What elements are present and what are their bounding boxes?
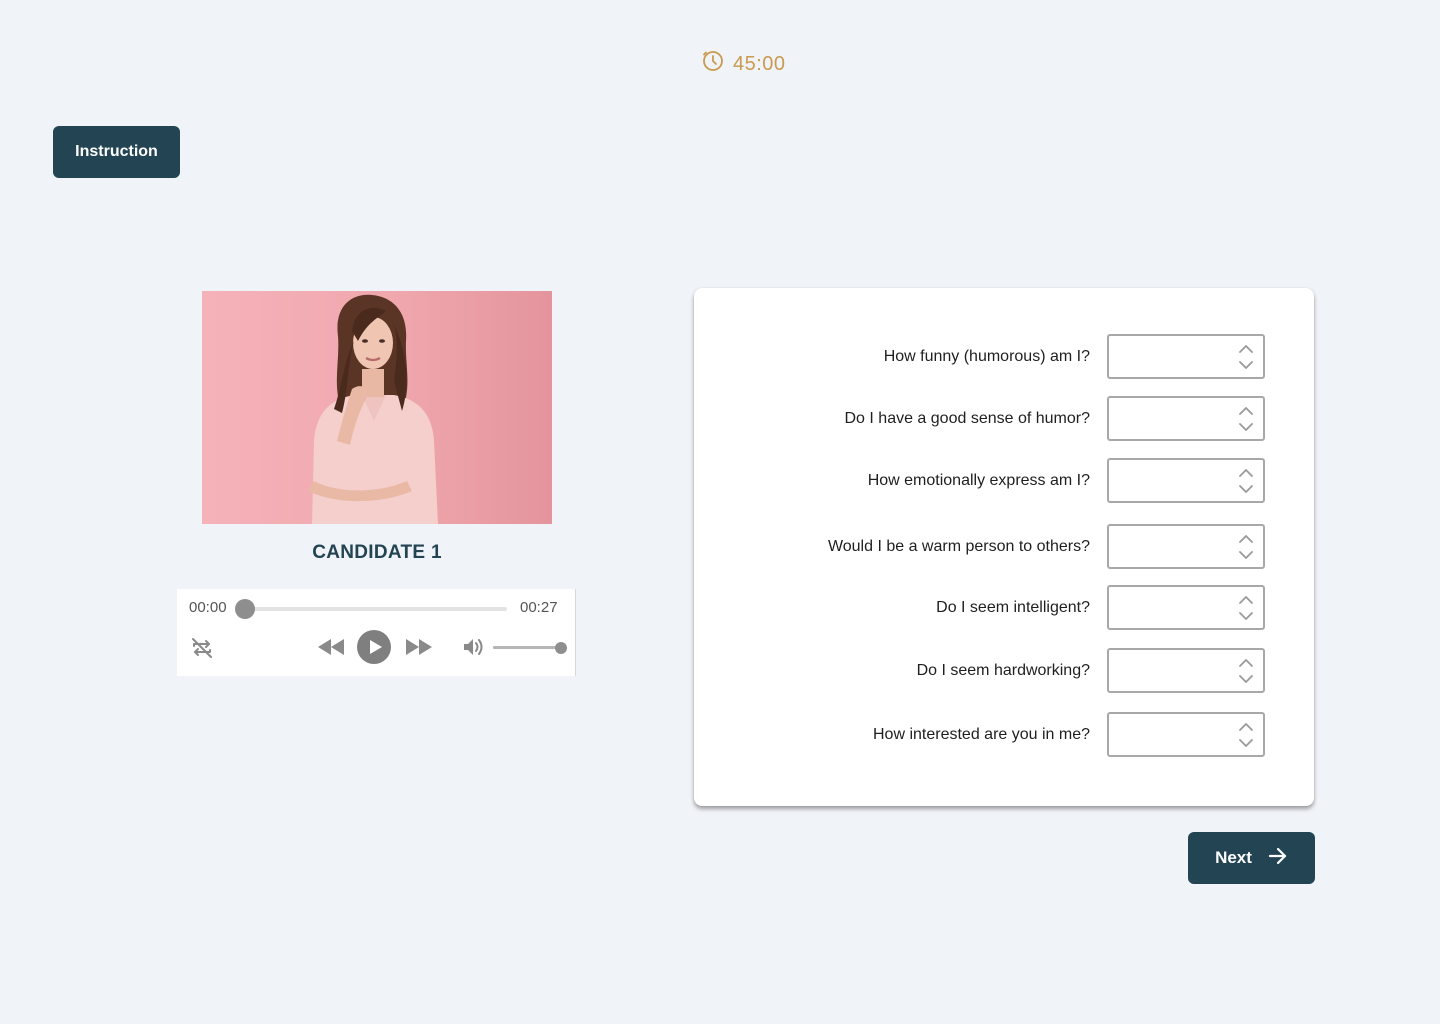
question-label: Do I seem hardworking? — [916, 662, 1090, 679]
countdown-timer: 45:00 — [702, 50, 786, 78]
question-row: Do I have a good sense of humor? — [694, 396, 1314, 442]
question-label: How emotionally express am I? — [867, 472, 1090, 489]
instruction-button[interactable]: Instruction — [53, 126, 180, 178]
total-time: 00:27 — [520, 599, 558, 616]
rating-form: How funny (humorous) am I? Do I have a go… — [694, 288, 1314, 806]
seek-bar[interactable] — [235, 599, 507, 619]
next-button-label: Next — [1215, 848, 1252, 867]
rating-select[interactable] — [1107, 334, 1265, 379]
question-row: Do I seem intelligent? — [694, 585, 1314, 631]
chevron-up-down-icon — [1237, 658, 1255, 684]
timer-value: 45:00 — [733, 52, 786, 75]
rating-select[interactable] — [1107, 585, 1265, 630]
question-label: How funny (humorous) am I? — [883, 348, 1090, 365]
candidate-label: CANDIDATE 1 — [312, 542, 442, 563]
volume-handle[interactable] — [555, 641, 567, 654]
rating-select[interactable] — [1107, 648, 1265, 693]
volume-level — [493, 646, 561, 649]
question-label: Do I have a good sense of humor? — [844, 410, 1091, 427]
fast-forward-icon[interactable] — [404, 637, 434, 657]
arrow-right-icon — [1268, 847, 1288, 870]
current-time: 00:00 — [189, 599, 227, 616]
chevron-up-down-icon — [1237, 595, 1255, 621]
repeat-off-icon[interactable] — [189, 636, 215, 660]
rating-select[interactable] — [1107, 396, 1265, 441]
next-button[interactable]: Next — [1188, 832, 1315, 884]
rewind-icon[interactable] — [316, 637, 346, 657]
volume-slider[interactable] — [493, 641, 567, 654]
question-row: How interested are you in me? — [694, 712, 1314, 758]
audio-player: 00:00 00:27 — [177, 589, 576, 676]
play-button[interactable] — [357, 630, 391, 664]
rating-select[interactable] — [1107, 712, 1265, 757]
question-label: Would I be a warm person to others? — [827, 538, 1090, 555]
seek-handle[interactable] — [235, 599, 255, 619]
question-row: Do I seem hardworking? — [694, 648, 1314, 694]
question-row: How emotionally express am I? — [694, 458, 1314, 504]
question-label: How interested are you in me? — [873, 726, 1090, 743]
question-row: Would I be a warm person to others? — [694, 524, 1314, 570]
candidate-photo — [202, 291, 552, 524]
chevron-up-down-icon — [1237, 406, 1255, 432]
clock-icon — [702, 50, 724, 78]
rating-select[interactable] — [1107, 524, 1265, 569]
rating-select[interactable] — [1107, 458, 1265, 503]
volume-icon[interactable] — [461, 636, 485, 658]
chevron-up-down-icon — [1237, 722, 1255, 748]
chevron-up-down-icon — [1237, 344, 1255, 370]
question-label: Do I seem intelligent? — [936, 599, 1090, 616]
question-row: How funny (humorous) am I? — [694, 334, 1314, 380]
chevron-up-down-icon — [1237, 468, 1255, 494]
chevron-up-down-icon — [1237, 534, 1255, 560]
